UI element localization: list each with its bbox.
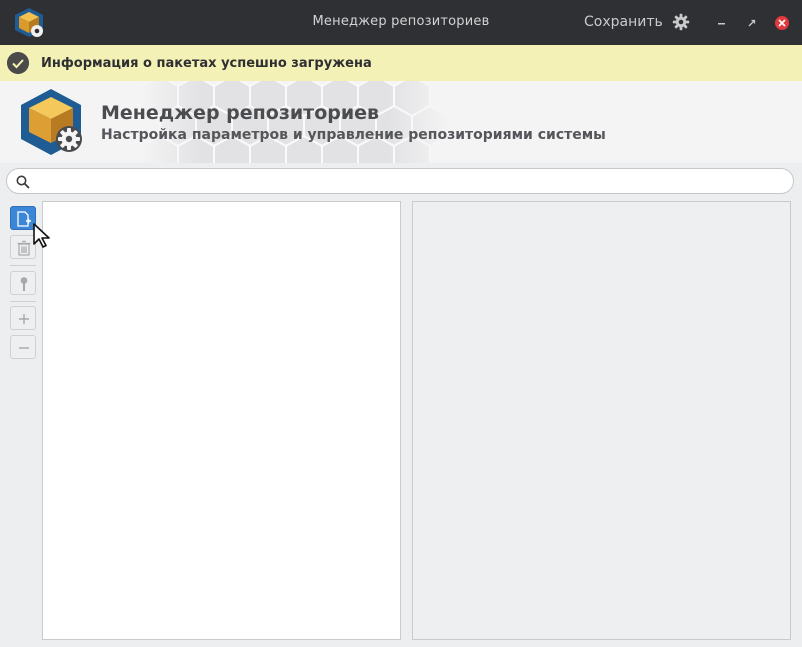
minimize-icon[interactable] xyxy=(713,14,731,32)
delete-button[interactable] xyxy=(10,235,36,259)
collapse-button[interactable] xyxy=(10,335,36,359)
page-subtitle: Настройка параметров и управление репози… xyxy=(101,127,606,143)
title-bar: Менеджер репозиториев Сохранить xyxy=(0,0,802,45)
key-icon xyxy=(20,277,28,291)
info-message: Информация о пакетах успешно загружена xyxy=(41,56,372,71)
toolbar-divider xyxy=(10,265,36,266)
repository-list-panel[interactable] xyxy=(42,201,401,640)
add-repository-button[interactable] xyxy=(10,206,36,230)
search-field[interactable] xyxy=(6,168,794,194)
package-gear-icon xyxy=(21,89,82,155)
toolbar-divider xyxy=(10,301,36,302)
gear-icon[interactable] xyxy=(672,13,690,31)
save-button[interactable]: Сохранить xyxy=(584,14,663,30)
close-icon[interactable] xyxy=(773,14,791,32)
minus-icon xyxy=(19,347,29,349)
search-input[interactable] xyxy=(39,171,783,193)
repository-manager-window: Менеджер репозиториев Сохранить Информац… xyxy=(0,0,802,647)
info-bar: Информация о пакетах успешно загружена xyxy=(0,45,802,82)
search-icon xyxy=(16,175,30,189)
maximize-icon[interactable] xyxy=(743,14,761,32)
expand-button[interactable] xyxy=(10,306,36,330)
header-banner: Менеджер репозиториев Настройка параметр… xyxy=(0,81,802,163)
checkmark-icon xyxy=(7,52,29,74)
page-title: Менеджер репозиториев xyxy=(101,102,380,124)
trash-icon xyxy=(17,240,31,256)
repository-details-panel xyxy=(412,201,791,640)
key-button[interactable] xyxy=(10,271,36,295)
plus-icon xyxy=(19,314,29,324)
add-document-icon xyxy=(17,211,31,227)
